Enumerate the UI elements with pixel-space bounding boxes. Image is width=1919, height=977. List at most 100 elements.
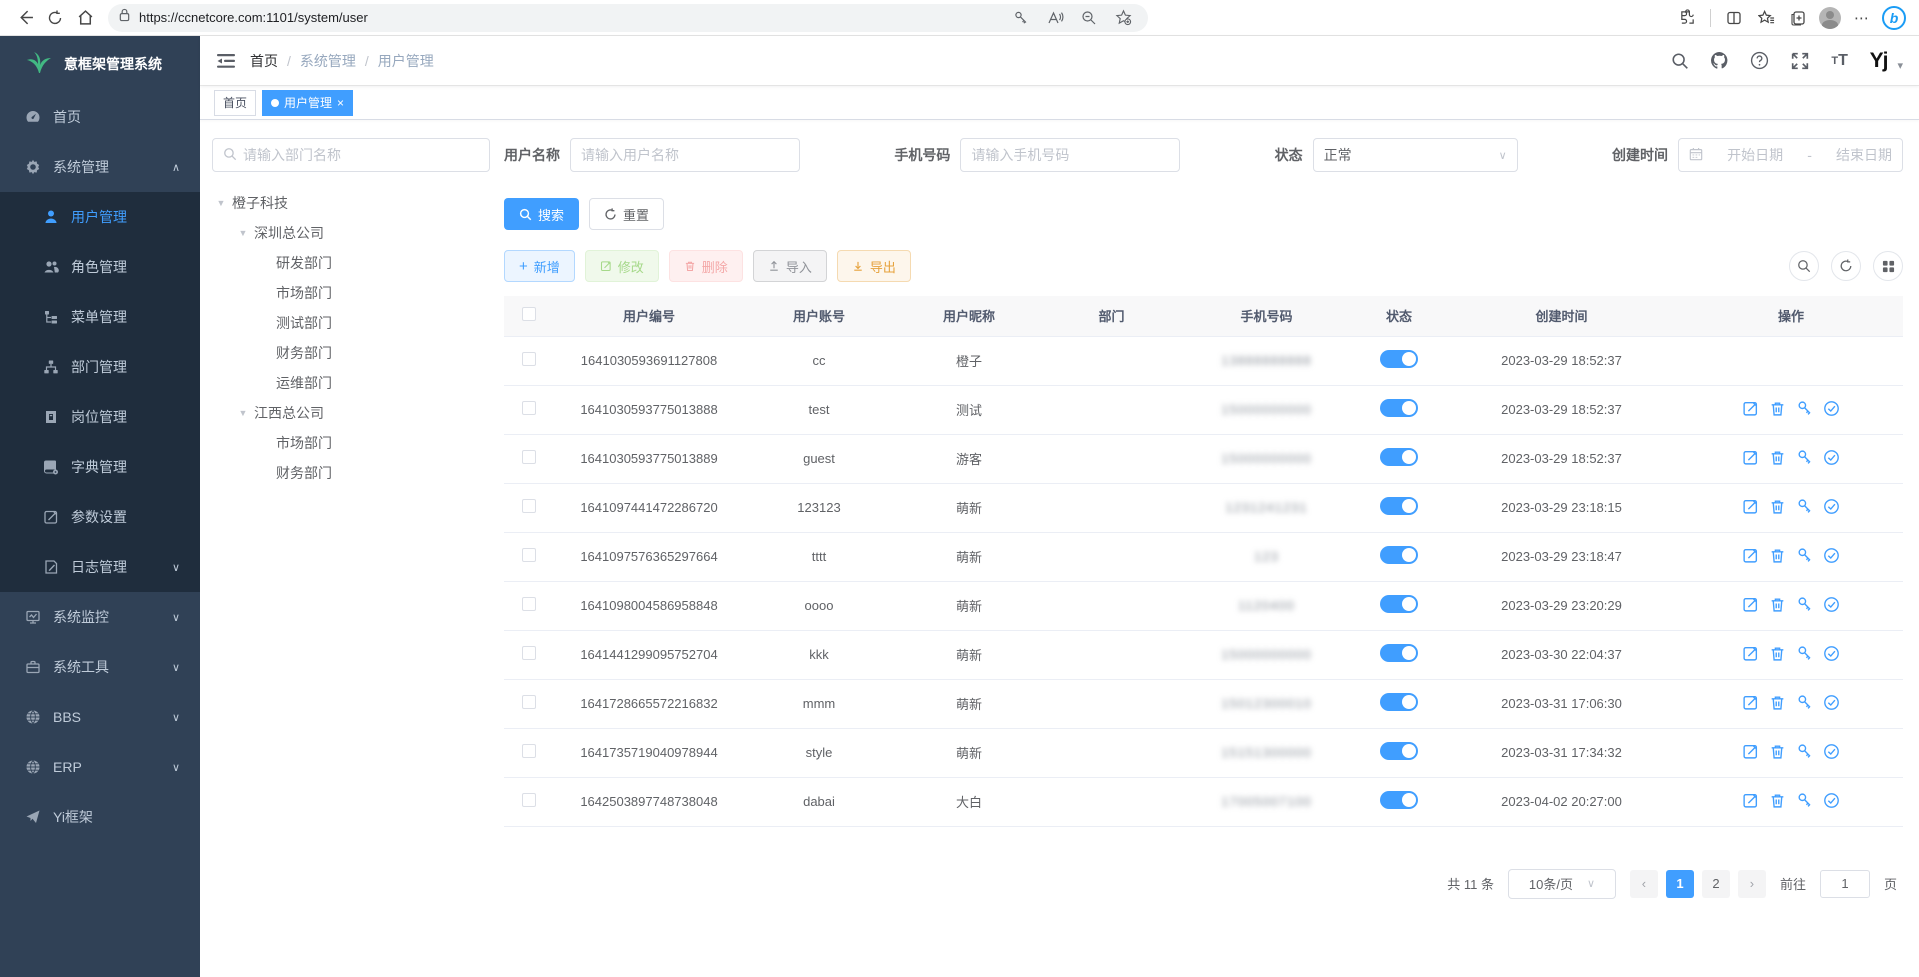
home-icon[interactable]	[70, 3, 100, 33]
user-dropdown-caret[interactable]: ▾	[1897, 59, 1903, 72]
row-checkbox[interactable]	[522, 744, 536, 758]
caret-expanded-icon[interactable]: ▼	[216, 198, 226, 208]
row-edit-icon[interactable]	[1742, 792, 1759, 809]
tree-node[interactable]: 测试部门	[212, 308, 490, 338]
tree-node[interactable]: 市场部门	[212, 428, 490, 458]
split-screen-icon[interactable]	[1719, 3, 1749, 33]
column-settings-icon[interactable]	[1873, 251, 1903, 281]
address-bar[interactable]: https://ccnetcore.com:1101/system/user	[108, 4, 1148, 32]
row-assign-role-icon[interactable]	[1823, 596, 1840, 613]
dept-search-input[interactable]	[243, 147, 479, 163]
row-checkbox[interactable]	[522, 793, 536, 807]
sidebar-item-system[interactable]: 系统管理 ∧	[0, 142, 200, 192]
breadcrumb-system[interactable]: 系统管理	[300, 51, 356, 71]
edit-button[interactable]: 修改	[585, 250, 659, 282]
row-delete-icon[interactable]	[1769, 596, 1786, 613]
status-toggle[interactable]	[1380, 791, 1418, 809]
tree-node[interactable]: 研发部门	[212, 248, 490, 278]
row-edit-icon[interactable]	[1742, 645, 1759, 662]
goto-page-input[interactable]	[1820, 870, 1870, 898]
refresh-icon[interactable]	[40, 3, 70, 33]
status-toggle[interactable]	[1380, 742, 1418, 760]
row-delete-icon[interactable]	[1769, 400, 1786, 417]
status-toggle[interactable]	[1380, 497, 1418, 515]
row-reset-password-icon[interactable]	[1796, 792, 1813, 809]
add-button[interactable]: +新增	[504, 250, 575, 282]
row-delete-icon[interactable]	[1769, 449, 1786, 466]
caret-expanded-icon[interactable]: ▼	[238, 408, 248, 418]
row-reset-password-icon[interactable]	[1796, 596, 1813, 613]
row-reset-password-icon[interactable]	[1796, 645, 1813, 662]
sidebar-item-role-mgmt[interactable]: 角色管理	[0, 242, 200, 292]
row-delete-icon[interactable]	[1769, 547, 1786, 564]
row-assign-role-icon[interactable]	[1823, 694, 1840, 711]
sidebar-item-tools[interactable]: 系统工具 ∨	[0, 642, 200, 692]
row-reset-password-icon[interactable]	[1796, 694, 1813, 711]
row-delete-icon[interactable]	[1769, 645, 1786, 662]
tree-node[interactable]: ▼深圳总公司	[212, 218, 490, 248]
lock-icon[interactable]	[118, 8, 131, 27]
row-edit-icon[interactable]	[1742, 743, 1759, 760]
tree-node[interactable]: 财务部门	[212, 458, 490, 488]
row-edit-icon[interactable]	[1742, 596, 1759, 613]
row-edit-icon[interactable]	[1742, 498, 1759, 515]
row-checkbox[interactable]	[522, 597, 536, 611]
row-assign-role-icon[interactable]	[1823, 792, 1840, 809]
url-text[interactable]: https://ccnetcore.com:1101/system/user	[139, 10, 1006, 25]
row-delete-icon[interactable]	[1769, 498, 1786, 515]
table-search-toggle-icon[interactable]	[1789, 251, 1819, 281]
collapse-sidebar-icon[interactable]	[216, 51, 236, 71]
sidebar-item-post-mgmt[interactable]: 岗位管理	[0, 392, 200, 442]
import-button[interactable]: 导入	[753, 250, 827, 282]
row-edit-icon[interactable]	[1742, 449, 1759, 466]
sidebar-item-home[interactable]: 首页	[0, 92, 200, 142]
status-toggle[interactable]	[1380, 399, 1418, 417]
row-checkbox[interactable]	[522, 695, 536, 709]
delete-button[interactable]: 删除	[669, 250, 743, 282]
row-checkbox[interactable]	[522, 548, 536, 562]
row-edit-icon[interactable]	[1742, 547, 1759, 564]
zoom-out-icon[interactable]	[1074, 3, 1104, 33]
row-reset-password-icon[interactable]	[1796, 400, 1813, 417]
status-toggle[interactable]	[1380, 693, 1418, 711]
table-refresh-icon[interactable]	[1831, 251, 1861, 281]
status-toggle[interactable]	[1380, 448, 1418, 466]
status-toggle[interactable]	[1380, 595, 1418, 613]
password-key-icon[interactable]	[1006, 3, 1036, 33]
help-icon[interactable]	[1750, 51, 1770, 71]
prev-page-button[interactable]: ‹	[1630, 870, 1658, 898]
row-assign-role-icon[interactable]	[1823, 645, 1840, 662]
row-assign-role-icon[interactable]	[1823, 498, 1840, 515]
app-logo[interactable]: 意框架管理系统	[0, 36, 200, 92]
sidebar-item-erp[interactable]: ERP ∨	[0, 742, 200, 792]
reset-button[interactable]: 重置	[589, 198, 664, 230]
favorite-star-icon[interactable]	[1108, 3, 1138, 33]
phone-field[interactable]	[960, 138, 1180, 172]
tag-user-mgmt[interactable]: 用户管理 ×	[262, 90, 353, 116]
row-assign-role-icon[interactable]	[1823, 743, 1840, 760]
row-delete-icon[interactable]	[1769, 694, 1786, 711]
row-reset-password-icon[interactable]	[1796, 547, 1813, 564]
copilot-bing-icon[interactable]: b	[1879, 3, 1909, 33]
row-checkbox[interactable]	[522, 499, 536, 513]
row-assign-role-icon[interactable]	[1823, 449, 1840, 466]
date-range-picker[interactable]: 开始日期 - 结束日期	[1678, 138, 1903, 172]
sidebar-item-param-settings[interactable]: 参数设置	[0, 492, 200, 542]
more-menu-icon[interactable]: ⋯	[1847, 3, 1877, 33]
page-button-2[interactable]: 2	[1702, 870, 1730, 898]
row-checkbox[interactable]	[522, 450, 536, 464]
header-search-icon[interactable]	[1670, 51, 1690, 71]
row-assign-role-icon[interactable]	[1823, 547, 1840, 564]
user-logo-avatar[interactable]: Yj	[1870, 49, 1888, 73]
sidebar-item-dict-mgmt[interactable]: 字典管理	[0, 442, 200, 492]
username-input[interactable]	[581, 147, 789, 163]
tag-home[interactable]: 首页	[214, 90, 256, 116]
font-size-icon[interactable]: TT	[1830, 51, 1850, 71]
row-checkbox[interactable]	[522, 646, 536, 660]
caret-expanded-icon[interactable]: ▼	[238, 228, 248, 238]
row-checkbox[interactable]	[522, 352, 536, 366]
tree-node[interactable]: 财务部门	[212, 338, 490, 368]
favorites-list-icon[interactable]	[1751, 3, 1781, 33]
sidebar-item-monitor[interactable]: 系统监控 ∨	[0, 592, 200, 642]
dept-search-box[interactable]	[212, 138, 490, 172]
